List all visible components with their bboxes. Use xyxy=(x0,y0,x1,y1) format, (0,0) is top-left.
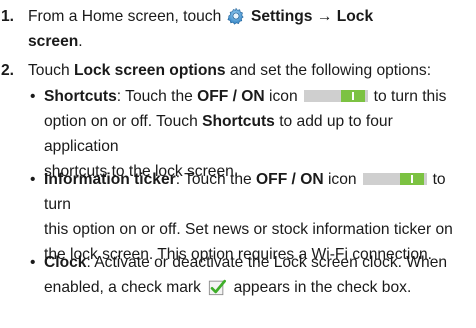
bullet-text-part: this option on or off. Set news or stock… xyxy=(44,221,453,238)
step-text: Touch Lock screen options and set the fo… xyxy=(28,58,470,83)
bullet-dot: • xyxy=(30,171,36,188)
step-2: 2. Touch Lock screen options and set the… xyxy=(0,58,470,83)
off-on-label: OFF / ON xyxy=(197,88,265,105)
lock-label-part: Lock xyxy=(336,8,374,25)
settings-label: Settings xyxy=(250,8,313,25)
bullet-text-part: to turn this xyxy=(373,88,447,105)
shortcuts-label: Shortcuts xyxy=(44,88,117,105)
gear-icon xyxy=(227,7,244,25)
step-1: 1. From a Home screen, touch Settings → … xyxy=(0,4,470,54)
bullet-shortcuts: • Shortcuts: Touch the OFF / ON icon to t… xyxy=(30,84,470,180)
step-text-intro: From a Home screen, touch xyxy=(28,8,222,25)
bullet-text-part: icon xyxy=(264,88,298,105)
lock-screen-options-label: Lock screen options xyxy=(73,62,226,79)
toggle-switch-icon xyxy=(362,173,427,185)
bullet-text: Clock: Activate or deactivate the Lock s… xyxy=(44,250,470,300)
toggle-knob xyxy=(340,90,365,102)
bullet-dot: • xyxy=(30,254,36,271)
instruction-page: 1. From a Home screen, touch Settings → … xyxy=(0,0,476,328)
bullet-text-part: icon xyxy=(323,171,357,188)
shortcuts-label: Shortcuts xyxy=(202,113,275,130)
bullet-text-part: : Touch the xyxy=(175,171,257,188)
bullet-text-part: : Activate or deactivate the Lock screen… xyxy=(86,254,448,271)
screen-label-part: screen xyxy=(28,33,79,50)
bullet-text-part: : Touch the xyxy=(116,88,198,105)
off-on-label: OFF / ON xyxy=(256,171,324,188)
bullet-text-part: enabled, a check mark xyxy=(44,279,201,296)
step-text-end: and set the following options: xyxy=(225,62,432,79)
toggle-switch-icon xyxy=(303,90,368,102)
step-text: From a Home screen, touch Settings → Loc… xyxy=(28,4,470,54)
step-text-intro: Touch xyxy=(28,62,74,79)
bullet-dot: • xyxy=(30,88,36,105)
check-mark-icon xyxy=(209,279,227,296)
bullet-clock: • Clock: Activate or deactivate the Lock… xyxy=(30,250,470,300)
period: . xyxy=(78,33,83,50)
clock-label: Clock xyxy=(44,254,87,271)
step-number: 1. xyxy=(1,8,15,25)
toggle-knob xyxy=(399,173,424,185)
bullet-text-part: option on or off. Touch xyxy=(44,113,203,130)
bullet-information-ticker: • Information ticker: Touch the OFF / ON… xyxy=(30,167,470,263)
bullet-text-part: appears in the check box. xyxy=(233,279,412,296)
information-ticker-label: Information ticker xyxy=(44,171,176,188)
step-number: 2. xyxy=(1,62,15,79)
arrow: → xyxy=(312,8,337,25)
